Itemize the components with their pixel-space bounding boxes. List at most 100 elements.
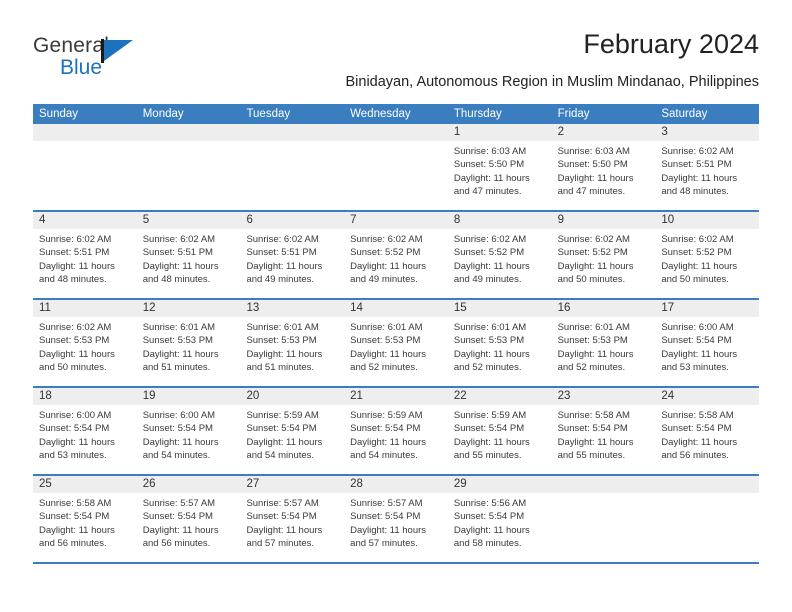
day-cell[interactable]: 21 Sunrise: 5:59 AM Sunset: 5:54 PM Dayligh… (344, 388, 448, 474)
day-cell[interactable]: 29 Sunrise: 5:56 AM Sunset: 5:54 PM Dayligh… (447, 476, 552, 562)
sunset-text: Sunset: 5:53 PM (350, 335, 421, 347)
day-details: Sunrise: 6:02 AM Sunset: 5:51 PM Daylight:… (33, 229, 137, 287)
day-number (655, 476, 760, 493)
daylight-text-line2: and 52 minutes. (557, 362, 626, 374)
daylight-text-line1: Daylight: 11 hours (661, 172, 738, 184)
day-cell[interactable]: 27 Sunrise: 5:57 AM Sunset: 5:54 PM Dayligh… (240, 476, 345, 562)
weekday-tuesday: Tuesday (246, 108, 291, 120)
sunset-text: Sunset: 5:53 PM (39, 335, 110, 347)
day-cell[interactable]: 4 Sunrise: 6:02 AM Sunset: 5:51 PM Daylight… (33, 212, 137, 298)
day-cell[interactable]: 1 Sunrise: 6:03 AM Sunset: 5:50 PM Daylight… (447, 124, 552, 210)
sunrise-text: Sunrise: 6:02 AM (661, 234, 734, 245)
day-cell[interactable]: 23 Sunrise: 5:58 AM Sunset: 5:54 PM Dayligh… (551, 388, 656, 474)
day-cell[interactable]: 12 Sunrise: 6:01 AM Sunset: 5:53 PM Dayligh… (136, 300, 241, 386)
day-details: Sunrise: 6:02 AM Sunset: 5:51 PM Daylight:… (240, 229, 344, 287)
day-details: Sunrise: 6:01 AM Sunset: 5:53 PM Daylight:… (552, 317, 656, 375)
daylight-text-line1: Daylight: 11 hours (661, 436, 738, 448)
daylight-text-line1: Daylight: 11 hours (39, 436, 115, 448)
weekday-header-row: Sunday Monday Tuesday Wednesday Thursday… (33, 104, 759, 124)
day-details: Sunrise: 6:02 AM Sunset: 5:52 PM Daylight:… (344, 229, 448, 287)
sunset-text: Sunset: 5:50 PM (453, 159, 525, 171)
calendar-page: General Blue February 2024 Binidayan, Au… (0, 0, 792, 612)
day-cell[interactable]: 18 Sunrise: 6:00 AM Sunset: 5:54 PM Dayligh… (33, 388, 137, 474)
sunrise-text: Sunrise: 6:00 AM (142, 410, 216, 421)
day-cell[interactable]: 26 Sunrise: 5:57 AM Sunset: 5:54 PM Dayligh… (136, 476, 241, 562)
daylight-text-line2: and 52 minutes. (453, 362, 522, 374)
day-details: Sunrise: 6:00 AM Sunset: 5:54 PM Daylight:… (33, 405, 137, 463)
day-cell[interactable]: 5 Sunrise: 6:02 AM Sunset: 5:51 PM Daylight… (136, 212, 241, 298)
day-details: Sunrise: 5:57 AM Sunset: 5:54 PM Daylight:… (137, 493, 241, 551)
daylight-text-line1: Daylight: 11 hours (557, 172, 634, 184)
weekday-friday: Friday (557, 108, 590, 120)
day-details: Sunrise: 6:00 AM Sunset: 5:54 PM Daylight:… (655, 317, 759, 375)
day-details: Sunrise: 6:03 AM Sunset: 5:50 PM Daylight:… (448, 141, 552, 199)
day-cell[interactable]: 9 Sunrise: 6:02 AM Sunset: 5:52 PM Daylight… (551, 212, 656, 298)
daylight-text-line2: and 47 minutes. (453, 186, 522, 198)
day-details: Sunrise: 6:02 AM Sunset: 5:52 PM Daylight:… (655, 229, 759, 287)
day-details: Sunrise: 6:01 AM Sunset: 5:53 PM Daylight:… (448, 317, 552, 375)
day-cell[interactable]: 28 Sunrise: 5:57 AM Sunset: 5:54 PM Dayligh… (344, 476, 448, 562)
day-cell[interactable]: 2 Sunrise: 6:03 AM Sunset: 5:50 PM Daylight… (551, 124, 656, 210)
daylight-text-line1: Daylight: 11 hours (661, 260, 738, 272)
sunset-text: Sunset: 5:52 PM (661, 247, 732, 259)
sunset-text: Sunset: 5:54 PM (453, 423, 525, 435)
day-details: Sunrise: 5:58 AM Sunset: 5:54 PM Daylight:… (655, 405, 759, 463)
brand-logo[interactable]: General Blue (33, 34, 253, 88)
sunrise-text: Sunrise: 5:59 AM (350, 410, 423, 421)
title-block: February 2024 Binidayan, Autonomous Regi… (346, 28, 760, 92)
day-details: Sunrise: 6:00 AM Sunset: 5:54 PM Daylight:… (137, 405, 241, 463)
day-details: Sunrise: 5:56 AM Sunset: 5:54 PM Daylight:… (448, 493, 552, 551)
day-number: 8 (447, 212, 552, 229)
day-cell[interactable]: 17 Sunrise: 6:00 AM Sunset: 5:54 PM Dayligh… (655, 300, 760, 386)
day-details: Sunrise: 5:59 AM Sunset: 5:54 PM Daylight:… (240, 405, 344, 463)
calendar-grid: Sunday Monday Tuesday Wednesday Thursday… (33, 104, 760, 564)
day-cell[interactable]: 11 Sunrise: 6:02 AM Sunset: 5:53 PM Dayligh… (33, 300, 137, 386)
daylight-text-line1: Daylight: 11 hours (661, 348, 738, 360)
day-number: 10 (655, 212, 760, 229)
day-details: Sunrise: 6:01 AM Sunset: 5:53 PM Daylight:… (240, 317, 344, 375)
day-cell[interactable]: 6 Sunrise: 6:02 AM Sunset: 5:51 PM Daylight… (240, 212, 345, 298)
weekday-saturday: Saturday (661, 108, 708, 120)
sunrise-text: Sunrise: 5:58 AM (557, 410, 630, 421)
sunset-text: Sunset: 5:54 PM (350, 511, 421, 523)
day-number (551, 476, 656, 493)
daylight-text-line2: and 56 minutes. (142, 538, 211, 550)
daylight-text-line1: Daylight: 11 hours (350, 524, 427, 536)
day-cell[interactable]: 8 Sunrise: 6:02 AM Sunset: 5:52 PM Daylight… (447, 212, 552, 298)
daylight-text-line2: and 50 minutes. (39, 362, 107, 374)
day-cell[interactable]: 22 Sunrise: 5:59 AM Sunset: 5:54 PM Dayligh… (447, 388, 552, 474)
day-cell[interactable]: 10 Sunrise: 6:02 AM Sunset: 5:52 PM Dayligh… (655, 212, 760, 298)
daylight-text-line1: Daylight: 11 hours (453, 348, 530, 360)
day-cell[interactable]: 13 Sunrise: 6:01 AM Sunset: 5:53 PM Dayligh… (240, 300, 345, 386)
sunrise-text: Sunrise: 6:02 AM (142, 234, 216, 245)
day-number: 16 (551, 300, 656, 317)
sunset-text: Sunset: 5:51 PM (39, 247, 110, 259)
day-number: 3 (655, 124, 760, 141)
day-details: Sunrise: 5:57 AM Sunset: 5:54 PM Daylight:… (344, 493, 448, 551)
day-cell[interactable]: 19 Sunrise: 6:00 AM Sunset: 5:54 PM Dayligh… (136, 388, 241, 474)
day-cell[interactable]: 3 Sunrise: 6:02 AM Sunset: 5:51 PM Daylight… (655, 124, 760, 210)
day-cell-empty (655, 476, 760, 562)
day-details: Sunrise: 6:02 AM Sunset: 5:52 PM Daylight:… (552, 229, 656, 287)
sunset-text: Sunset: 5:52 PM (350, 247, 421, 259)
sunset-text: Sunset: 5:52 PM (557, 247, 628, 259)
daylight-text-line2: and 49 minutes. (453, 274, 522, 286)
day-cell[interactable]: 14 Sunrise: 6:01 AM Sunset: 5:53 PM Dayligh… (344, 300, 448, 386)
daylight-text-line2: and 48 minutes. (39, 274, 107, 286)
daylight-text-line2: and 48 minutes. (142, 274, 211, 286)
calendar-week-row: 25 Sunrise: 5:58 AM Sunset: 5:54 PM Dayligh… (33, 476, 760, 564)
day-number: 26 (136, 476, 241, 493)
day-details: Sunrise: 6:02 AM Sunset: 5:51 PM Daylight:… (137, 229, 241, 287)
day-cell[interactable]: 20 Sunrise: 5:59 AM Sunset: 5:54 PM Dayligh… (240, 388, 345, 474)
daylight-text-line1: Daylight: 11 hours (142, 436, 219, 448)
day-cell[interactable]: 24 Sunrise: 5:58 AM Sunset: 5:54 PM Dayligh… (655, 388, 760, 474)
sunrise-text: Sunrise: 6:02 AM (39, 234, 112, 245)
day-cell[interactable]: 7 Sunrise: 6:02 AM Sunset: 5:52 PM Daylight… (344, 212, 448, 298)
day-cell[interactable]: 16 Sunrise: 6:01 AM Sunset: 5:53 PM Dayligh… (551, 300, 656, 386)
day-cell[interactable]: 25 Sunrise: 5:58 AM Sunset: 5:54 PM Dayligh… (33, 476, 137, 562)
day-number: 12 (136, 300, 241, 317)
day-cell[interactable]: 15 Sunrise: 6:01 AM Sunset: 5:53 PM Dayligh… (447, 300, 552, 386)
daylight-text-line2: and 55 minutes. (453, 450, 522, 462)
page-header: General Blue February 2024 Binidayan, Au… (33, 28, 759, 100)
sunset-text: Sunset: 5:54 PM (246, 511, 317, 523)
